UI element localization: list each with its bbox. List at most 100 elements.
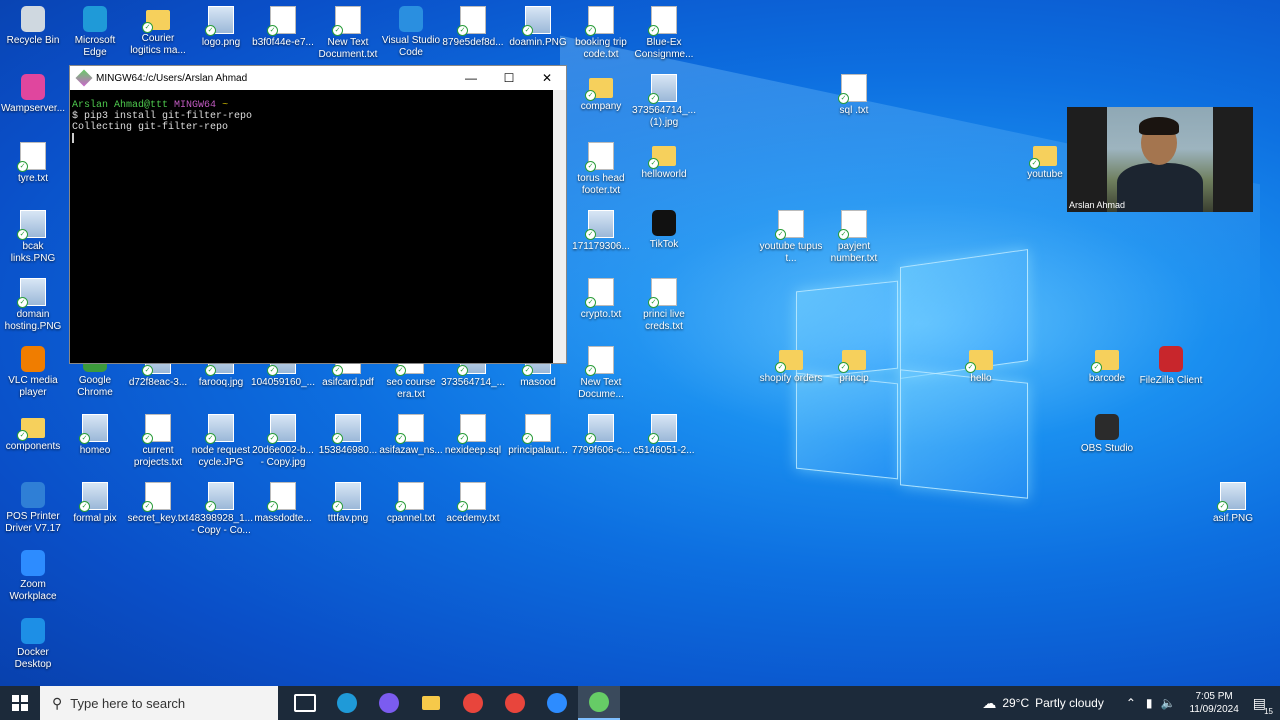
git-bash-icon	[75, 69, 93, 87]
desktop-icon[interactable]: ✓ company	[568, 70, 634, 130]
desktop-icon[interactable]: ✓ New Text Document.txt	[315, 2, 381, 62]
desktop-icon[interactable]: ✓ payjent number.txt	[821, 206, 887, 266]
desktop-icon[interactable]: ✓ formal pix	[62, 478, 128, 538]
desktop-icon[interactable]: ✓ tyre.txt	[0, 138, 66, 198]
desktop-icon[interactable]: ✓ node request cycle.JPG	[188, 410, 254, 470]
desktop-icon-label: b3f0f44e-e7...	[252, 37, 314, 48]
desktop-icon[interactable]: ✓ youtube tupus t...	[758, 206, 824, 266]
desktop-icon[interactable]: VLC media player	[0, 342, 66, 402]
scrollbar[interactable]	[553, 90, 566, 363]
desktop-icon[interactable]: ✓ Courier logitics ma...	[125, 2, 191, 62]
desktop-icon[interactable]: ✓ nexideep.sql	[440, 410, 506, 470]
desktop-icon[interactable]: ✓ 373564714_... (1).jpg	[631, 70, 697, 130]
sync-check-icon: ✓	[585, 25, 596, 36]
desktop-icon[interactable]: ✓ homeo	[62, 410, 128, 470]
desktop-icon[interactable]: ✓ torus head footer.txt	[568, 138, 634, 198]
battery-icon[interactable]: ▮	[1146, 696, 1153, 710]
desktop-icon[interactable]: Wampserver...	[0, 70, 66, 130]
desktop-icon[interactable]: ✓ b3f0f44e-e7...	[250, 2, 316, 62]
desktop-icon-label: Docker Desktop	[14, 647, 52, 670]
prompt-path: ~	[222, 100, 229, 111]
taskbar-chrome-profile-button[interactable]	[494, 686, 536, 720]
desktop-icon[interactable]: ✓ cpannel.txt	[378, 478, 444, 538]
desktop-icon[interactable]: ✓ sql .txt	[821, 70, 887, 130]
desktop-icon[interactable]: ✓ 48398928_1... - Copy - Co...	[188, 478, 254, 538]
desktop-icon[interactable]: FileZilla Client	[1138, 342, 1204, 402]
taskbar-chrome-button[interactable]	[452, 686, 494, 720]
desktop-icon[interactable]: ✓ 153846980...	[315, 410, 381, 470]
img-icon: ✓	[267, 414, 296, 444]
chevron-up-icon[interactable]: ⌃	[1126, 696, 1136, 710]
desktop-icon[interactable]: ✓ princip	[821, 342, 887, 402]
weather-icon[interactable]: ☁	[982, 695, 996, 712]
desktop-icon[interactable]: Visual Studio Code	[378, 2, 444, 62]
desktop-icon[interactable]: ✓ logo.png	[188, 2, 254, 62]
desktop-icon[interactable]: ✓ acedemy.txt	[440, 478, 506, 538]
desktop-icon[interactable]: ✓ domain hosting.PNG	[0, 274, 66, 334]
desktop-icon[interactable]: ✓ hello	[948, 342, 1014, 402]
desktop-icon[interactable]: ✓ c5146051-2...	[631, 410, 697, 470]
sync-check-icon: ✓	[267, 433, 278, 444]
git-bash-window[interactable]: MINGW64:/c/Users/Arslan Ahmad — ☐ ✕ Arsl…	[69, 65, 567, 364]
desktop-icon[interactable]: ✓ booking trip code.txt	[568, 2, 634, 62]
weather-temp[interactable]: 29°C	[1002, 696, 1029, 710]
desktop-icon[interactable]: Recycle Bin	[0, 2, 66, 62]
sync-check-icon: ✓	[775, 362, 786, 373]
copilot-icon	[379, 693, 399, 713]
txt-icon: ✓	[17, 142, 46, 172]
task-view-icon	[294, 694, 316, 712]
desktop-icon[interactable]: ✓ princi live creds.txt	[631, 274, 697, 334]
desktop-icon[interactable]: ✓ components	[0, 410, 66, 470]
window-titlebar[interactable]: MINGW64:/c/Users/Arslan Ahmad — ☐ ✕	[70, 66, 566, 90]
txt-icon: ✓	[457, 6, 486, 36]
desktop-icon[interactable]: ✓ 879e5def8d...	[440, 2, 506, 62]
volume-icon[interactable]: 🔈	[1161, 696, 1176, 710]
desktop-icon[interactable]: ✓ helloworld	[631, 138, 697, 198]
taskbar-task-view-button[interactable]	[284, 686, 326, 720]
desktop-icon[interactable]: Zoom Workplace	[0, 546, 66, 606]
weather-desc[interactable]: Partly cloudy	[1035, 696, 1104, 710]
close-button[interactable]: ✕	[528, 66, 566, 90]
desktop-icon[interactable]: TikTok	[631, 206, 697, 266]
desktop-icon[interactable]: ✓ 7799f606-c...	[568, 410, 634, 470]
search-box[interactable]: ⚲ Type here to search	[40, 686, 278, 720]
taskbar-copilot-button[interactable]	[368, 686, 410, 720]
desktop-icon[interactable]: ✓ massdodte...	[250, 478, 316, 538]
desktop-icon-label: booking trip code.txt	[575, 37, 627, 60]
desktop-icon[interactable]: POS Printer Driver V7.17	[0, 478, 66, 538]
desktop-icon[interactable]: Microsoft Edge	[62, 2, 128, 62]
terminal-output[interactable]: Arslan Ahmad@ttt MINGW64 ~ $ pip3 instal…	[70, 90, 556, 383]
desktop-icon[interactable]: ✓ principalaut...	[505, 410, 571, 470]
txt-icon: ✓	[142, 482, 171, 512]
desktop-icon[interactable]: ✓ bcak links.PNG	[0, 206, 66, 266]
maximize-button[interactable]: ☐	[490, 66, 528, 90]
desktop-icon[interactable]: ✓ asif.PNG	[1200, 478, 1266, 538]
desktop-icon[interactable]: ✓ doamin.PNG	[505, 2, 571, 62]
clock[interactable]: 7:05 PM 11/09/2024	[1189, 690, 1238, 716]
notification-icon[interactable]: ▤ 15	[1253, 695, 1273, 716]
desktop-icon[interactable]: ✓ tttfav.png	[315, 478, 381, 538]
sync-check-icon: ✓	[838, 362, 849, 373]
desktop-icon[interactable]: ✓ 171179306...	[568, 206, 634, 266]
taskbar-file-explorer-button[interactable]	[410, 686, 452, 720]
taskbar-git-bash-button[interactable]	[578, 686, 620, 720]
txt-icon: ✓	[585, 142, 614, 172]
desktop-icon[interactable]: ✓ asifazaw_ns...	[378, 410, 444, 470]
desktop-icon[interactable]: ✓ 20d6e002-b... - Copy.jpg	[250, 410, 316, 470]
desktop-icon[interactable]: ✓ current projects.txt	[125, 410, 191, 470]
desktop-icon[interactable]: OBS Studio	[1074, 410, 1140, 470]
desktop-icon-label: princip	[839, 373, 869, 384]
desktop-icon[interactable]: ✓ secret_key.txt	[125, 478, 191, 538]
desktop-icon[interactable]: ✓ shopify orders	[758, 342, 824, 402]
start-button[interactable]	[0, 686, 40, 720]
taskbar-edge-button[interactable]	[326, 686, 368, 720]
desktop-icon-label: Visual Studio Code	[381, 35, 441, 58]
desktop-icon[interactable]: ✓ barcode	[1074, 342, 1140, 402]
taskbar-zoom-button[interactable]	[536, 686, 578, 720]
desktop-icon[interactable]: ✓ Blue-Ex Consignme...	[631, 2, 697, 62]
desktop-icon[interactable]: ✓ crypto.txt	[568, 274, 634, 334]
desktop-icon[interactable]: Docker Desktop	[0, 614, 66, 674]
desktop-icon[interactable]: ✓ New Text Docume...	[568, 342, 634, 402]
minimize-button[interactable]: —	[452, 66, 490, 90]
desktop-icon-label: OBS Studio	[1080, 443, 1134, 454]
